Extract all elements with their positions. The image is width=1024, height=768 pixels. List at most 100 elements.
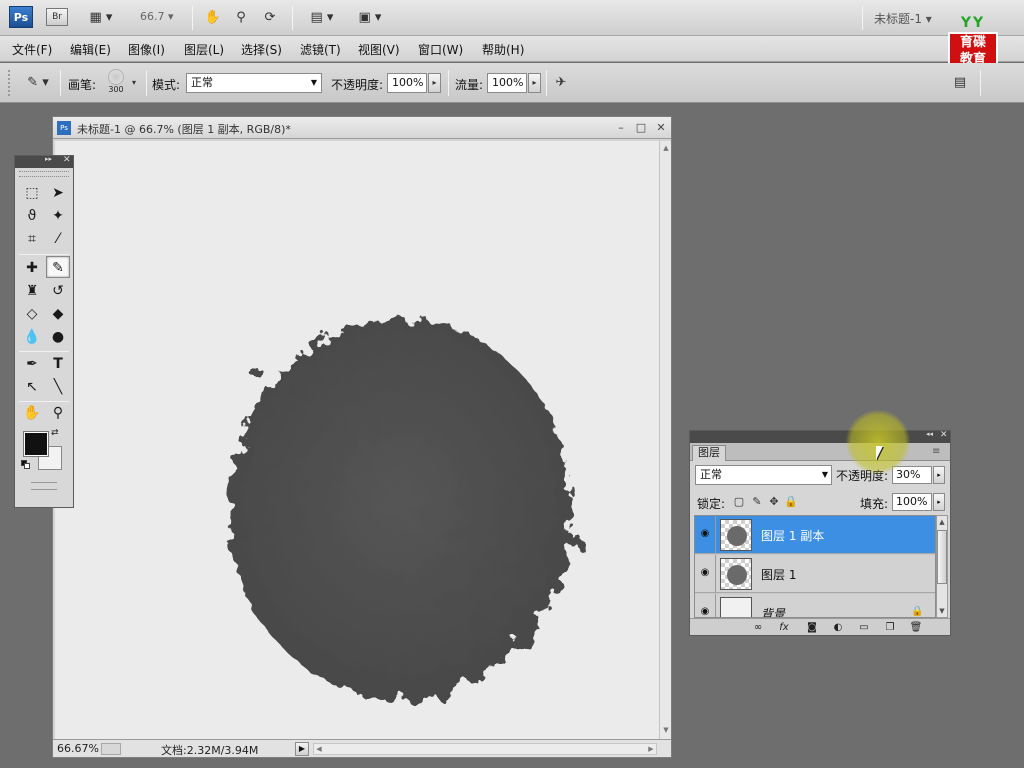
layer-row[interactable]: ◉ 图层 1 (695, 555, 935, 593)
lock-all-icon[interactable]: 🔒 (784, 495, 798, 509)
healing-brush-tool-icon[interactable]: ✚ (20, 257, 44, 279)
lock-position-icon[interactable]: ✥ (767, 495, 781, 509)
eyedropper-tool-icon[interactable]: ⁄ (46, 228, 70, 250)
layer-name[interactable]: 图层 1 (761, 566, 796, 583)
tools-panel-header[interactable]: ▸▸ ✕ (15, 155, 73, 168)
view-extras-icon[interactable]: ▦ ▾ (84, 8, 118, 28)
menu-filter[interactable]: 滤镜(T) (300, 41, 341, 58)
flow-slider-arrow-icon[interactable]: ▸ (528, 73, 541, 93)
vertical-scrollbar[interactable]: ▲ ▼ (659, 141, 671, 739)
menu-help[interactable]: 帮助(H) (482, 41, 524, 58)
screen-mode-icon[interactable]: ▣ ▾ (352, 8, 388, 28)
layer-list-scrollbar[interactable]: ▲ ▼ (936, 515, 948, 618)
layer-opacity-arrow-icon[interactable]: ▸ (933, 466, 945, 484)
tools-grip[interactable] (19, 171, 69, 177)
marquee-tool-icon[interactable]: ⬚ (20, 182, 44, 204)
layer-opacity-input[interactable]: 30% (892, 466, 932, 484)
opacity-slider-arrow-icon[interactable]: ▸ (428, 73, 441, 93)
menu-select[interactable]: 选择(S) (241, 41, 282, 58)
fill-arrow-icon[interactable]: ▸ (933, 493, 945, 511)
type-tool-icon[interactable]: T (46, 353, 70, 375)
collapse-icon[interactable]: ◂◂ (926, 430, 933, 438)
palette-toggle-icon[interactable]: ▤ (950, 73, 970, 93)
layer-row[interactable]: ◉ 图层 1 副本 (695, 516, 935, 554)
tool-preset-picker-icon[interactable]: ✎ ▾ (20, 73, 56, 93)
eraser-tool-icon[interactable]: ◇ (20, 303, 44, 325)
canvas[interactable] (55, 141, 659, 739)
lock-transparent-pixels-icon[interactable]: ▢ (732, 495, 746, 509)
new-layer-icon[interactable]: ❐ (882, 621, 898, 634)
arrange-documents-icon[interactable]: ▤ ▾ (304, 8, 340, 28)
line-tool-icon[interactable]: ╲ (46, 376, 70, 398)
fill-input[interactable]: 100% (892, 493, 932, 511)
path-selection-tool-icon[interactable]: ↖ (20, 376, 44, 398)
eye-icon[interactable]: ◉ (699, 529, 711, 539)
menu-edit[interactable]: 编辑(E) (70, 41, 111, 58)
menu-layer[interactable]: 图层(L) (184, 41, 224, 58)
zoom-icon[interactable]: ⚲ (230, 8, 252, 28)
dodge-tool-icon[interactable]: ● (46, 326, 70, 348)
brush-dropdown-arrow-icon[interactable]: ▾ (128, 73, 140, 93)
horizontal-scrollbar[interactable]: ◀ ▶ (313, 743, 657, 755)
photoshop-logo[interactable]: Ps (9, 6, 33, 28)
brush-tool-icon[interactable]: ✎ (46, 256, 70, 278)
swap-colors-icon[interactable]: ⇄ (51, 428, 59, 438)
scroll-up-icon[interactable]: ▲ (661, 143, 671, 153)
panel-menu-icon[interactable]: ≡ (932, 447, 940, 457)
hand-icon[interactable]: ✋ (202, 8, 224, 28)
menu-file[interactable]: 文件(F) (12, 41, 52, 58)
collapse-icon[interactable]: ▸▸ (45, 155, 52, 163)
close-icon[interactable]: ✕ (653, 120, 669, 136)
airbrush-icon[interactable]: ✈ (550, 73, 572, 93)
workspace-switcher[interactable]: 未标题-1 ▾ (874, 10, 932, 27)
flow-input[interactable]: 100% (487, 73, 527, 93)
history-brush-tool-icon[interactable]: ↺ (46, 280, 70, 302)
blur-tool-icon[interactable]: 💧 (20, 326, 44, 348)
status-menu-arrow-icon[interactable]: ▶ (295, 742, 309, 756)
magic-wand-tool-icon[interactable]: ✦ (46, 205, 70, 227)
paint-bucket-tool-icon[interactable]: ◆ (46, 303, 70, 325)
new-group-icon[interactable]: ▭ (856, 621, 872, 634)
minimize-icon[interactable]: – (613, 120, 629, 136)
fx-icon[interactable]: fx (776, 621, 792, 634)
link-layers-icon[interactable]: ∞ (750, 621, 766, 634)
crop-tool-icon[interactable]: ⌗ (20, 228, 44, 250)
trash-icon[interactable]: 🗑 (908, 621, 924, 634)
eye-icon[interactable]: ◉ (699, 568, 711, 578)
lasso-tool-icon[interactable]: ϑ (20, 205, 44, 227)
move-tool-icon[interactable]: ➤ (46, 182, 70, 204)
status-navigator-icon[interactable] (101, 743, 121, 755)
menu-view[interactable]: 视图(V) (358, 41, 400, 58)
zoom-tool-icon[interactable]: ⚲ (46, 402, 70, 424)
adjustment-layer-icon[interactable]: ◐ (830, 621, 846, 634)
mode-select[interactable]: 正常 ▼ (186, 73, 322, 93)
zoom-percentage-field[interactable]: 66.67% (57, 742, 99, 755)
hand-tool-icon[interactable]: ✋ (20, 402, 44, 424)
scroll-right-icon[interactable]: ▶ (646, 744, 656, 754)
close-icon[interactable]: ✕ (940, 430, 948, 440)
options-grip[interactable] (8, 70, 12, 96)
scrollbar-thumb[interactable] (937, 530, 947, 584)
default-colors-icon[interactable] (21, 460, 31, 470)
layer-name[interactable]: 背景 (761, 605, 785, 617)
scroll-up-icon[interactable]: ▲ (937, 517, 947, 527)
brush-preset-picker[interactable]: 300 (104, 69, 128, 97)
lock-image-pixels-icon[interactable]: ✎ (750, 495, 764, 509)
launch-bridge-button[interactable]: Br (46, 8, 68, 26)
blend-mode-select[interactable]: 正常 ▼ (695, 465, 832, 485)
zoom-level-dropdown[interactable]: 66.7 ▾ (140, 10, 174, 23)
layer-row[interactable]: ◉ 背景 🔒 (695, 594, 935, 617)
menu-image[interactable]: 图像(I) (128, 41, 165, 58)
layer-name[interactable]: 图层 1 副本 (761, 527, 824, 544)
add-mask-icon[interactable]: ◙ (804, 621, 820, 634)
eye-icon[interactable]: ◉ (699, 607, 711, 617)
scroll-down-icon[interactable]: ▼ (661, 725, 671, 735)
scroll-down-icon[interactable]: ▼ (937, 606, 947, 616)
clone-stamp-tool-icon[interactable]: ♜ (20, 280, 44, 302)
foreground-color-swatch[interactable] (23, 431, 49, 457)
rotate-view-icon[interactable]: ⟳ (258, 8, 282, 28)
close-icon[interactable]: ✕ (63, 155, 71, 165)
opacity-input[interactable]: 100% (387, 73, 427, 93)
scroll-left-icon[interactable]: ◀ (314, 744, 324, 754)
quick-mask-button[interactable] (31, 482, 57, 490)
